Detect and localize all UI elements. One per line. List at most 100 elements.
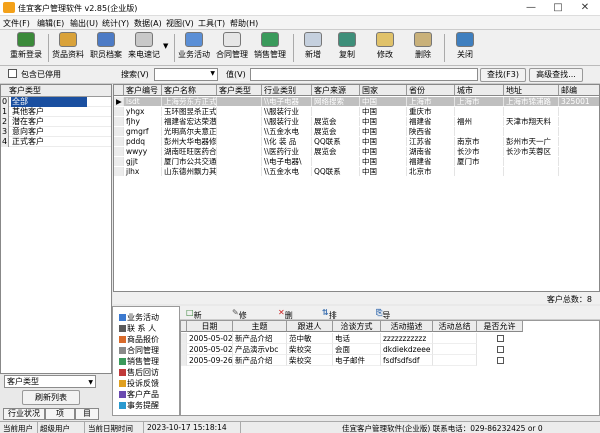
table-cell[interactable]: fsdfsdfsdf <box>381 355 433 366</box>
table-cell[interactable]: QQ联系 <box>312 137 360 146</box>
table-cell[interactable]: yhgx <box>124 107 162 116</box>
list-item[interactable]: 0 全部 <box>1 97 111 107</box>
column-header[interactable]: 客户来源 <box>312 85 360 96</box>
table-cell[interactable]: 福建省 <box>407 117 455 126</box>
find-button[interactable]: 查找(F3) <box>480 68 526 82</box>
table-cell[interactable]: 福州 <box>455 117 504 126</box>
allow-checkbox[interactable] <box>497 357 504 364</box>
table-cell[interactable] <box>217 157 262 166</box>
nav-complaint[interactable]: 投诉反馈 <box>119 378 159 389</box>
table-cell[interactable]: \\医药行业 <box>262 147 312 156</box>
table-cell[interactable]: 2005-05-02 <box>187 333 233 344</box>
delete-button[interactable]: 删除 <box>408 32 438 64</box>
table-cell[interactable]: 光明高尔夫意正式客户 <box>162 127 217 136</box>
contract-button[interactable]: 合同管理 <box>214 32 250 64</box>
menu-output[interactable]: 输出(U) <box>70 18 98 29</box>
table-cell[interactable]: \\服装行业 <box>262 117 312 126</box>
copy-button[interactable]: 复制 <box>332 32 362 64</box>
column-header[interactable]: 日期 <box>187 321 233 332</box>
nav-contact[interactable]: 联 系 人 <box>119 323 156 334</box>
table-cell[interactable] <box>455 127 504 136</box>
menu-stats[interactable]: 统计(Y) <box>102 18 129 29</box>
table-cell[interactable]: \\服装行业 <box>262 107 312 116</box>
table-cell[interactable] <box>217 117 262 126</box>
minimize-icon[interactable]: — <box>518 0 544 16</box>
row-indicator[interactable] <box>114 137 124 146</box>
close-button[interactable]: 关闭 <box>450 32 480 64</box>
menu-data[interactable]: 数据(A) <box>134 18 162 29</box>
table-cell[interactable]: gjjt <box>124 157 162 166</box>
nav-product[interactable]: 客户产品 <box>119 389 159 400</box>
table-cell[interactable] <box>217 167 262 176</box>
table-cell[interactable] <box>504 127 559 136</box>
maximize-icon[interactable]: □ <box>545 0 571 16</box>
table-cell[interactable]: \\五金水电 <box>262 127 312 136</box>
list-item[interactable]: 3 意向客户 <box>1 127 111 137</box>
row-indicator[interactable]: ▶ <box>114 97 124 106</box>
advanced-find-button[interactable]: 高级查找... <box>529 68 583 82</box>
table-cell[interactable]: dkdiekdzeee <box>381 344 433 355</box>
table-cell[interactable]: 2005-09-26 <box>187 355 233 366</box>
list-item[interactable]: 2 潜在客户 <box>1 117 111 127</box>
tab-industry[interactable]: 行业状况 <box>3 408 45 420</box>
allow-checkbox[interactable] <box>497 335 504 342</box>
column-header[interactable]: 客户类型 <box>217 85 262 96</box>
list-item[interactable]: 1 其他客户 <box>1 107 111 117</box>
table-cell[interactable] <box>217 97 262 106</box>
table-cell[interactable]: 柴校突 <box>287 355 333 366</box>
customer-type-select[interactable]: 客户类型 ▼ <box>4 375 96 388</box>
table-cell[interactable]: 中国 <box>360 117 407 126</box>
column-header[interactable]: 地址 <box>504 85 559 96</box>
new-button[interactable]: 新增 <box>298 32 328 64</box>
column-header[interactable]: 主题 <box>233 321 287 332</box>
nav-aftersale[interactable]: 售后回访 <box>119 367 159 378</box>
table-cell[interactable]: \\电子电器 <box>262 97 312 106</box>
table-cell[interactable] <box>559 167 599 176</box>
table-cell[interactable] <box>559 137 599 146</box>
table-cell[interactable]: 中国 <box>360 107 407 116</box>
table-cell[interactable]: 山东德州飘力其他客户 <box>162 167 217 176</box>
table-cell[interactable]: 展览会 <box>312 117 360 126</box>
table-cell[interactable]: 陕西省 <box>407 127 455 136</box>
nav-reminder[interactable]: 事务提醒 <box>119 400 159 411</box>
table-cell[interactable]: 柴校突 <box>287 344 333 355</box>
column-header[interactable]: 国家 <box>360 85 407 96</box>
table-cell[interactable] <box>504 107 559 116</box>
table-cell[interactable]: 展览会 <box>312 147 360 156</box>
table-cell[interactable]: 电子邮件 <box>333 355 381 366</box>
table-cell[interactable]: 中国 <box>360 147 407 156</box>
row-indicator[interactable] <box>114 127 124 136</box>
table-cell[interactable]: jlhx <box>124 167 162 176</box>
table-cell[interactable]: 325001 <box>559 97 599 106</box>
column-header[interactable]: 是否允许 <box>477 321 523 332</box>
edit-button[interactable]: 修改 <box>370 32 400 64</box>
menu-help[interactable]: 帮助(H) <box>230 18 258 29</box>
table-cell[interactable]: 厦门市公共交通正式客户 <box>162 157 217 166</box>
column-header[interactable]: 客户名称 <box>162 85 217 96</box>
table-cell[interactable]: 上海市锦浦路 <box>504 97 559 106</box>
search-field-select[interactable]: ▼ <box>154 68 218 81</box>
table-cell[interactable]: 中国 <box>360 137 407 146</box>
table-cell[interactable]: 福建省 <box>407 157 455 166</box>
list-item[interactable]: 4 正式客户 <box>1 137 111 147</box>
table-cell[interactable]: QQ联系 <box>312 167 360 176</box>
table-cell[interactable]: pddq <box>124 137 162 146</box>
table-cell[interactable]: 中国 <box>360 97 407 106</box>
nav-sales[interactable]: 销售管理 <box>119 356 159 367</box>
allow-checkbox[interactable] <box>497 346 504 353</box>
table-cell[interactable] <box>217 127 262 136</box>
tab-target[interactable]: 目 <box>75 408 99 420</box>
include-disabled-checkbox[interactable] <box>8 69 17 78</box>
table-cell[interactable]: gmgrf <box>124 127 162 136</box>
table-cell[interactable]: 2005-05-02 <box>187 344 233 355</box>
table-cell[interactable]: 湖南省 <box>407 147 455 156</box>
column-header[interactable]: 活动描述 <box>381 321 433 332</box>
column-header[interactable]: 客户编号 <box>124 85 162 96</box>
table-cell[interactable] <box>559 147 599 156</box>
table-cell[interactable] <box>455 167 504 176</box>
table-cell[interactable]: wwyy <box>124 147 162 156</box>
close-icon[interactable]: ✕ <box>572 0 598 16</box>
table-cell[interactable]: 上海市 <box>407 97 455 106</box>
table-cell[interactable]: 长沙市 <box>455 147 504 156</box>
table-cell[interactable] <box>559 107 599 116</box>
